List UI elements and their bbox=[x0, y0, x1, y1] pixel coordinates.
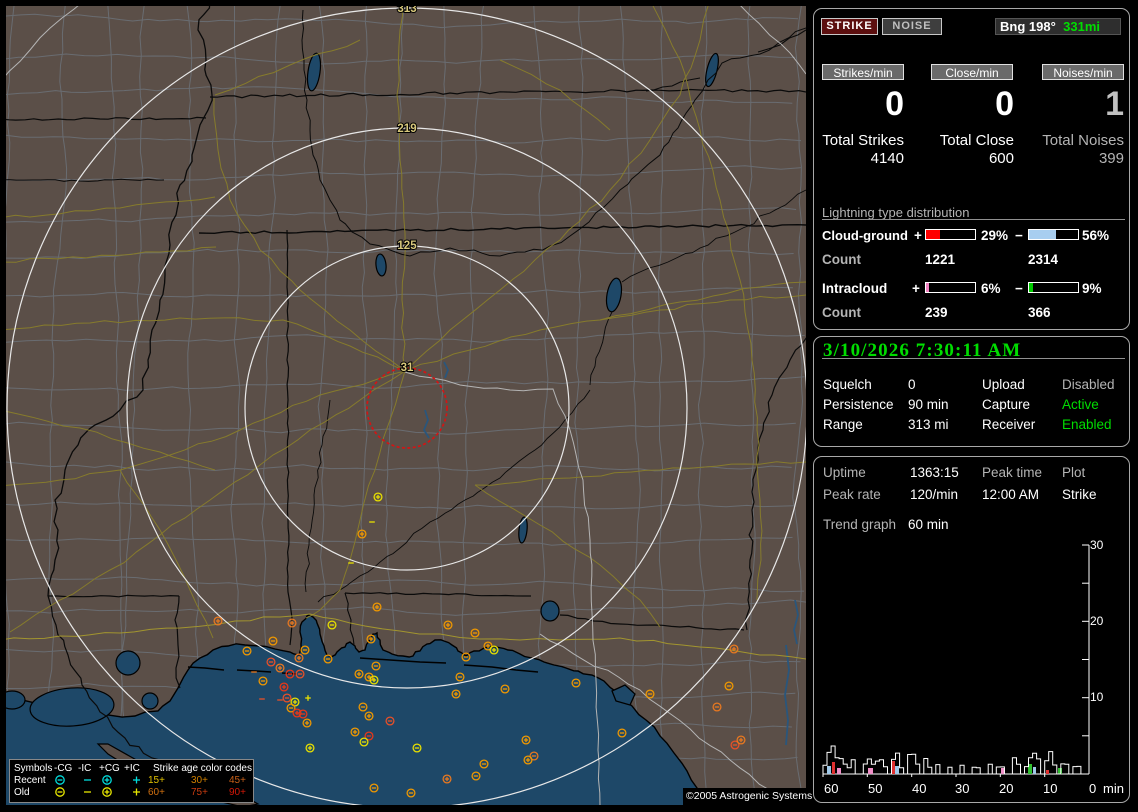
svg-text:219: 219 bbox=[397, 123, 416, 135]
svg-text:31: 31 bbox=[401, 362, 414, 374]
svg-text:125: 125 bbox=[397, 240, 417, 252]
svg-text:313: 313 bbox=[397, 6, 416, 15]
